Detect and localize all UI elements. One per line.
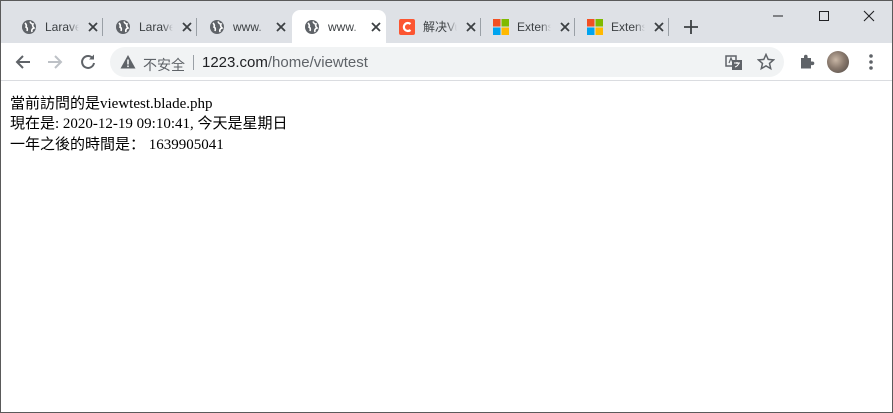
close-icon[interactable] bbox=[651, 19, 667, 35]
page-content: 當前訪問的是viewtest.blade.php 現在是: 2020-12-19… bbox=[1, 81, 892, 412]
forward-button[interactable] bbox=[42, 49, 68, 75]
browser-window: Laravel Laravel www. bbox=[0, 0, 893, 413]
tab-www-1[interactable]: www. bbox=[197, 10, 291, 43]
tab-title: Laravel bbox=[139, 19, 173, 34]
globe-icon bbox=[21, 19, 37, 35]
security-label[interactable]: 不安全 bbox=[143, 55, 185, 75]
minimize-icon bbox=[773, 15, 783, 17]
tab-title: Extensions bbox=[517, 19, 551, 34]
globe-icon bbox=[115, 19, 131, 35]
plus-icon bbox=[684, 20, 698, 34]
puzzle-icon bbox=[801, 54, 815, 69]
url-path: /home/viewtest bbox=[267, 54, 368, 71]
extensions-button[interactable] bbox=[794, 49, 820, 75]
tab-separator bbox=[668, 18, 669, 36]
current-view-text: 當前訪問的是viewtest.blade.php bbox=[10, 96, 213, 112]
more-vert-icon bbox=[869, 54, 873, 70]
minimize-button[interactable] bbox=[755, 1, 801, 31]
toolbar: 不安全 1223.com/home/viewtest bbox=[1, 43, 892, 81]
warning-icon[interactable] bbox=[120, 54, 136, 70]
globe-icon bbox=[304, 19, 320, 35]
window-close-button[interactable] bbox=[846, 1, 892, 31]
reload-icon bbox=[81, 54, 95, 69]
omnibox-divider bbox=[193, 55, 194, 70]
current-datetime-text: 現在是: 2020-12-19 09:10:41, 今天是星期日 bbox=[10, 116, 288, 132]
close-icon[interactable] bbox=[85, 19, 101, 35]
tab-strip: Laravel Laravel www. bbox=[1, 1, 892, 43]
translate-icon[interactable] bbox=[725, 54, 743, 72]
microsoft-icon bbox=[587, 18, 603, 35]
reload-button[interactable] bbox=[75, 49, 101, 75]
menu-button[interactable] bbox=[858, 49, 884, 75]
close-icon bbox=[863, 10, 875, 22]
tab-title: www. bbox=[328, 19, 357, 34]
globe-icon bbox=[209, 19, 225, 35]
microsoft-icon bbox=[493, 18, 509, 35]
back-button[interactable] bbox=[10, 49, 36, 75]
url-text[interactable]: 1223.com/home/viewtest bbox=[202, 54, 368, 71]
close-icon[interactable] bbox=[273, 19, 289, 35]
one-year-later-text: 一年之後的時間是： 1639905041 bbox=[10, 137, 224, 153]
profile-avatar[interactable] bbox=[827, 51, 849, 73]
tab-title: Extensions bbox=[611, 19, 645, 34]
tab-title: www. bbox=[233, 19, 262, 34]
close-icon[interactable] bbox=[368, 19, 384, 35]
tab-laravel-2[interactable]: Laravel bbox=[103, 10, 197, 43]
new-tab-button[interactable] bbox=[681, 17, 701, 37]
url-host: 1223.com bbox=[202, 54, 268, 71]
star-icon[interactable] bbox=[757, 53, 775, 71]
tab-extensions-2[interactable]: Extensions bbox=[575, 10, 669, 43]
maximize-button[interactable] bbox=[801, 1, 847, 31]
close-icon[interactable] bbox=[557, 19, 573, 35]
tab-csdn[interactable]: 解决Vue bbox=[387, 10, 481, 43]
csdn-icon bbox=[399, 18, 415, 35]
close-icon[interactable] bbox=[179, 19, 195, 35]
tab-extensions-1[interactable]: Extensions bbox=[481, 10, 575, 43]
tab-title: Laravel bbox=[45, 19, 79, 34]
tab-title: 解决Vue bbox=[423, 20, 457, 34]
close-icon[interactable] bbox=[463, 19, 479, 35]
maximize-icon bbox=[819, 11, 829, 21]
arrow-right-icon bbox=[48, 55, 63, 69]
arrow-left-icon bbox=[15, 55, 30, 69]
address-bar[interactable]: 不安全 1223.com/home/viewtest bbox=[110, 47, 784, 77]
tab-www-active[interactable]: www. bbox=[292, 10, 386, 43]
tab-laravel-1[interactable]: Laravel bbox=[9, 10, 103, 43]
